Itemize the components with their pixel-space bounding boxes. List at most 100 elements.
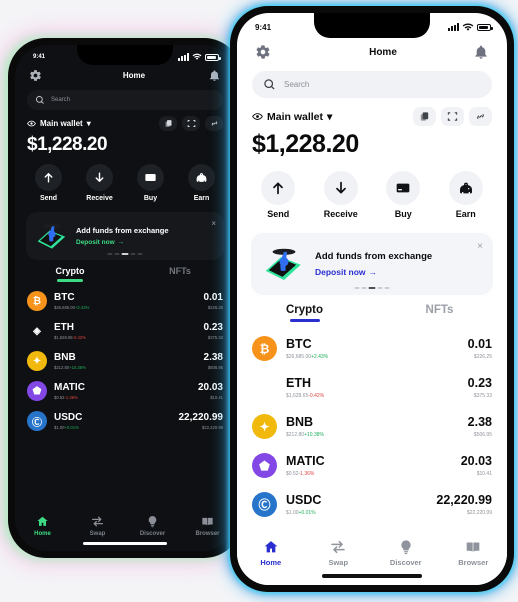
token-row[interactable]: ◈ ETH $1,628.65-0.42% 0.23 $375.33 <box>27 316 223 346</box>
token-icon-btc: ₿ <box>252 336 277 361</box>
connect-button[interactable] <box>469 107 492 126</box>
connect-button[interactable] <box>205 116 223 131</box>
nav-item-discover[interactable]: Discover <box>372 539 440 567</box>
token-symbol: BTC <box>54 292 75 303</box>
promo-banner[interactable]: Add funds from exchange Deposit now → × <box>26 212 224 260</box>
search-bar[interactable]: Search <box>252 71 492 98</box>
token-market: $0.52-1.36% <box>286 471 452 477</box>
copy-address-button[interactable] <box>413 107 436 126</box>
token-row[interactable]: ⬟ MATIC $0.52-1.36% 20.03 $10.41 <box>27 376 223 406</box>
token-row[interactable]: ✦ BNB $212.80+10.38% 2.38 $506.95 <box>252 407 492 446</box>
bell-icon[interactable] <box>208 69 221 82</box>
tab-crypto[interactable]: Crypto <box>237 304 372 322</box>
token-usd-value: $10.41 <box>210 395 223 400</box>
token-row[interactable]: ₿ BTC $26,685.00+2.43% 0.01 $226.25 <box>27 286 223 316</box>
token-row[interactable]: ⬟ MATIC $0.52-1.36% 20.03 $10.41 <box>252 446 492 485</box>
wallet-selector[interactable]: Main wallet ▾ <box>27 119 91 128</box>
browser-icon <box>202 517 213 526</box>
token-info: BTC $26,685.00+2.43% <box>286 337 459 360</box>
tab-crypto[interactable]: Crypto <box>15 266 125 282</box>
token-icon-bnb: ✦ <box>27 351 47 371</box>
quick-action-receive[interactable]: Receive <box>324 171 358 219</box>
carousel-dot[interactable] <box>361 287 367 289</box>
nav-item-label: Discover <box>389 558 422 567</box>
promo-link[interactable]: Deposit now → <box>315 267 432 277</box>
token-price: $212.80 <box>54 365 70 370</box>
token-holdings: 2.38 $506.95 <box>468 415 492 438</box>
close-icon[interactable]: × <box>477 242 483 252</box>
token-row[interactable]: Ⓒ USDC $1.00+0.01% 22,220.99 $22,220.99 <box>27 406 223 436</box>
token-change: -1.36% <box>64 395 78 400</box>
token-holdings: 0.23 $375.33 <box>204 322 223 340</box>
device-notch <box>77 45 173 65</box>
carousel-dot[interactable] <box>107 253 113 255</box>
wallet-selector[interactable]: Main wallet ▾ <box>252 111 332 123</box>
promo-link-label: Deposit now <box>315 267 366 277</box>
carousel-dot[interactable] <box>114 253 120 255</box>
quick-action-send[interactable]: Send <box>261 171 296 219</box>
bell-icon[interactable] <box>473 44 489 60</box>
token-price: $26,685.00 <box>54 305 75 310</box>
token-row[interactable]: ◈ ETH $1,628.65-0.42% 0.23 $375.33 <box>252 368 492 407</box>
nav-item-home[interactable]: Home <box>15 515 70 537</box>
search-input[interactable]: Search <box>284 80 309 89</box>
search-bar[interactable]: Search <box>27 90 223 110</box>
quick-action-receive[interactable]: Receive <box>86 164 113 202</box>
token-info: USDC $1.00+0.01% <box>54 412 172 430</box>
nav-item-swap[interactable]: Swap <box>70 515 125 537</box>
bulb-icon <box>401 540 411 555</box>
tab-nfts[interactable]: NFTs <box>125 266 235 282</box>
nav-item-browser[interactable]: Browser <box>180 515 235 537</box>
token-price: $1,628.65 <box>286 392 309 399</box>
token-row[interactable]: ✦ BNB $212.80+10.38% 2.38 $506.95 <box>27 346 223 376</box>
quick-action-label: Earn <box>193 195 210 202</box>
copy-address-button[interactable] <box>159 116 177 131</box>
token-amount: 22,220.99 <box>178 412 224 423</box>
content-tabs-light: Crypto NFTs <box>237 304 507 322</box>
scan-qr-button[interactable] <box>182 116 200 131</box>
token-row[interactable]: ₿ BTC $26,685.00+2.43% 0.01 $226.25 <box>252 329 492 368</box>
carousel-dots <box>354 287 390 289</box>
carousel-dot[interactable] <box>137 253 143 255</box>
nav-item-label: Browser <box>458 558 489 567</box>
gear-icon[interactable] <box>29 69 42 82</box>
quick-action-earn[interactable]: Earn <box>188 164 215 202</box>
carousel-dot[interactable] <box>377 287 383 289</box>
promo-text: Add funds from exchange Deposit now → <box>315 251 432 277</box>
search-input[interactable]: Search <box>51 97 70 103</box>
eye-icon <box>252 113 263 120</box>
carousel-dot[interactable] <box>354 287 360 289</box>
nav-item-discover[interactable]: Discover <box>125 515 180 537</box>
nav-item-swap[interactable]: Swap <box>305 539 373 567</box>
token-row[interactable]: Ⓒ USDC $1.00+0.01% 22,220.99 $22,220.99 <box>252 485 492 524</box>
scan-qr-button[interactable] <box>441 107 464 126</box>
gear-icon[interactable] <box>255 44 271 60</box>
nav-item-label: Home <box>34 531 51 537</box>
nav-item-home[interactable]: Home <box>237 539 305 567</box>
carousel-dot[interactable] <box>368 287 376 289</box>
quick-action-buy[interactable]: Buy <box>137 164 164 202</box>
quick-action-send[interactable]: Send <box>35 164 62 202</box>
quick-action-earn[interactable]: Earn <box>448 171 483 219</box>
carousel-dot[interactable] <box>384 287 390 289</box>
carousel-dot[interactable] <box>121 253 129 255</box>
token-change: +2.43% <box>311 353 329 360</box>
promo-link[interactable]: Deposit now → <box>76 239 169 246</box>
token-symbol: BTC <box>286 337 312 352</box>
token-icon-matic: ⬟ <box>252 453 277 478</box>
piggy-bank-icon <box>448 171 483 205</box>
nav-item-browser[interactable]: Browser <box>440 539 508 567</box>
token-usd-value: $375.33 <box>207 335 223 340</box>
token-symbol: BNB <box>54 352 76 363</box>
quick-action-buy[interactable]: Buy <box>386 171 421 219</box>
quick-action-label: Buy <box>394 209 412 219</box>
tab-nfts[interactable]: NFTs <box>372 304 507 322</box>
wallet-actions <box>413 107 492 126</box>
app-screen-dark: 9:41 Home Search Main wallet ▾ $1,228.20… <box>15 45 235 551</box>
phone-dark-theme: 9:41 Home Search Main wallet ▾ $1,228.20… <box>8 38 242 558</box>
copy-icon <box>165 120 171 127</box>
nav-item-label: Swap <box>328 558 349 567</box>
close-icon[interactable]: × <box>211 220 216 228</box>
carousel-dot[interactable] <box>130 253 136 255</box>
promo-banner[interactable]: Add funds from exchange Deposit now → × <box>251 233 493 295</box>
